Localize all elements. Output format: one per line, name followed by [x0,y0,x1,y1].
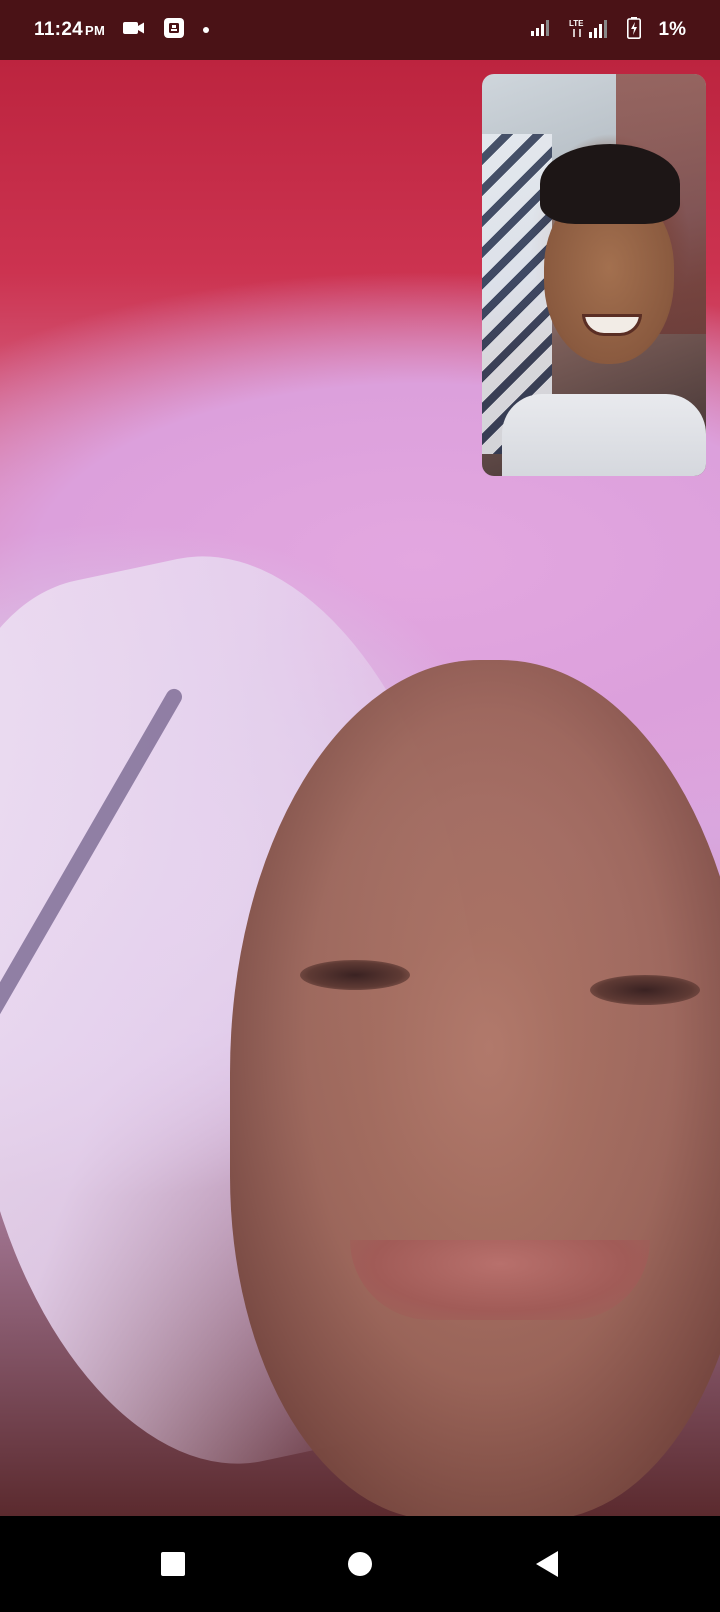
lte-signal-icon: LTE [569,18,609,43]
remote-video-eye-left [300,960,410,990]
self-view-video[interactable] [482,74,706,476]
recents-square-icon [161,1552,186,1576]
navigation-bar [0,1516,720,1612]
status-bar: 11:24 PM LTE 1% [0,0,720,60]
battery-icon [626,16,641,44]
remote-video-face [230,660,720,1520]
status-bar-left: 11:24 PM [34,17,210,44]
clock: 11:24 PM [34,19,105,41]
clock-time: 11:24 [34,19,84,40]
battery-percentage: 1% [658,19,686,40]
self-view-shirt [502,394,706,476]
back-triangle-icon [535,1551,558,1577]
svg-text:LTE: LTE [569,19,584,28]
signal-bars-icon [530,19,551,41]
home-button[interactable] [330,1534,390,1594]
status-bar-right: LTE 1% [530,16,686,44]
home-circle-icon [347,1552,372,1576]
back-button[interactable] [517,1534,577,1594]
screen-record-icon [163,17,185,44]
notification-dot-icon [203,27,210,33]
remote-video-mouth [350,1240,650,1320]
recents-button[interactable] [143,1534,203,1594]
video-call-screen: 11:24 PM LTE 1% [0,0,720,1612]
remote-video-eye-right [590,975,700,1005]
video-camera-icon [123,21,145,40]
clock-ampm: PM [85,23,106,38]
self-view-hair [540,144,680,224]
